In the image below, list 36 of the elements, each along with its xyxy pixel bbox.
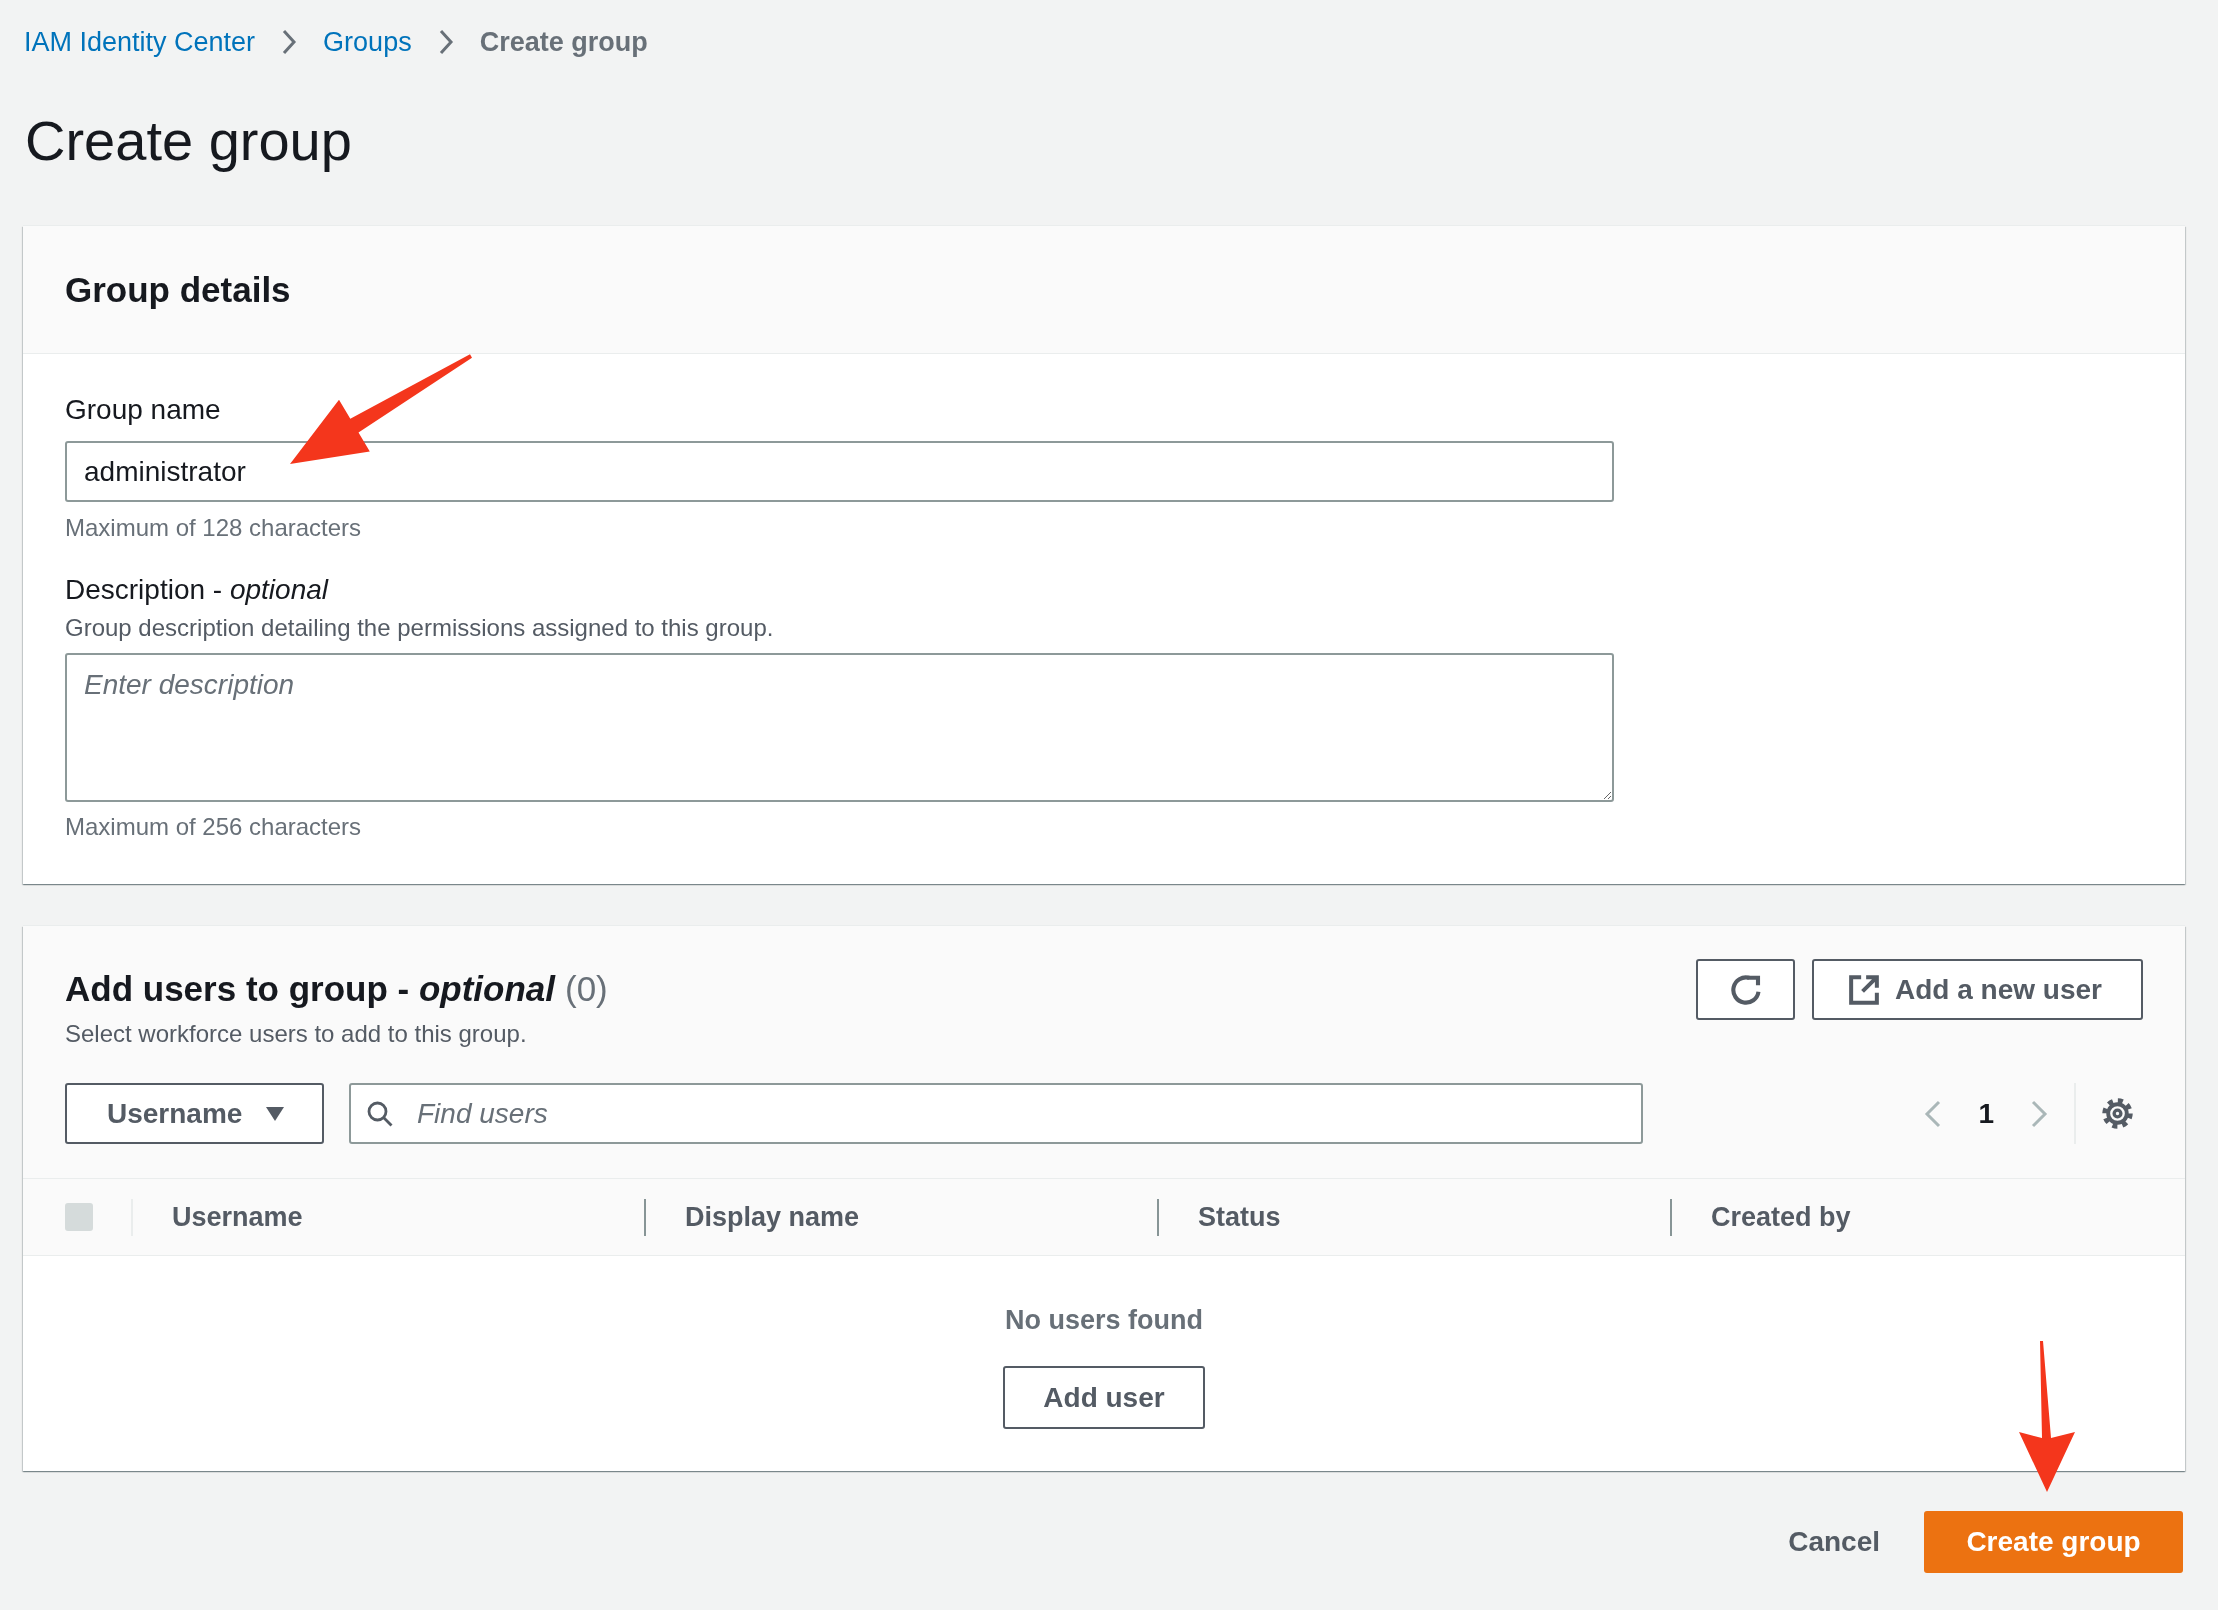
- user-count: (0): [565, 968, 608, 1010]
- refresh-icon: [1730, 974, 1761, 1005]
- settings-icon: [2102, 1098, 2133, 1129]
- textarea-field[interactable]: Enter description: [65, 653, 1614, 802]
- chevron-right-icon: [2030, 1099, 2048, 1128]
- page-title: Create group: [24, 108, 352, 174]
- add-user-button[interactable]: Add user: [1003, 1366, 1205, 1429]
- field-label: Group name: [65, 393, 221, 427]
- search-field[interactable]: Find users: [349, 1083, 1643, 1144]
- caret-down-icon: [266, 1106, 285, 1121]
- help-text: Group description detailing the permissions assigned to this group.: [65, 613, 774, 643]
- new-user-button[interactable]: Add a new user: [1812, 959, 2143, 1020]
- chevron-right-icon: [281, 29, 298, 55]
- column-header: Created by: [1670, 1198, 2185, 1236]
- panel-title: Group details: [65, 269, 291, 311]
- refresh-button[interactable]: [1696, 959, 1795, 1020]
- panel-description: Select workforce users to add to this group.: [65, 1019, 527, 1049]
- breadcrumb-link[interactable]: Groups: [323, 26, 412, 58]
- constraint-text: Maximum of 256 characters: [65, 812, 362, 842]
- field-label: Description - optional: [65, 573, 329, 607]
- column-header: Display name: [644, 1198, 1157, 1236]
- chevron-right-icon: [437, 29, 454, 55]
- breadcrumb-link[interactable]: IAM Identity Center: [24, 26, 256, 58]
- input-field[interactable]: administrator: [65, 441, 1614, 502]
- chevron-left-icon: [1924, 1099, 1943, 1128]
- constraint-text: Maximum of 128 characters: [65, 513, 362, 543]
- panel-title: Add users to group - optional: [65, 968, 555, 1010]
- empty-state-text: No users found: [1005, 1304, 1203, 1337]
- cancel-button[interactable]: Cancel: [1788, 1526, 1880, 1558]
- breadcrumb-current: Create group: [479, 26, 648, 58]
- column-header: Username: [131, 1198, 644, 1236]
- search-icon: [367, 1101, 393, 1127]
- column-header: Status: [1157, 1198, 1670, 1236]
- external-link-icon: [1849, 974, 1879, 1005]
- page-number-button[interactable]: 1: [1978, 1097, 1994, 1130]
- property-dropdown[interactable]: Username: [65, 1083, 324, 1144]
